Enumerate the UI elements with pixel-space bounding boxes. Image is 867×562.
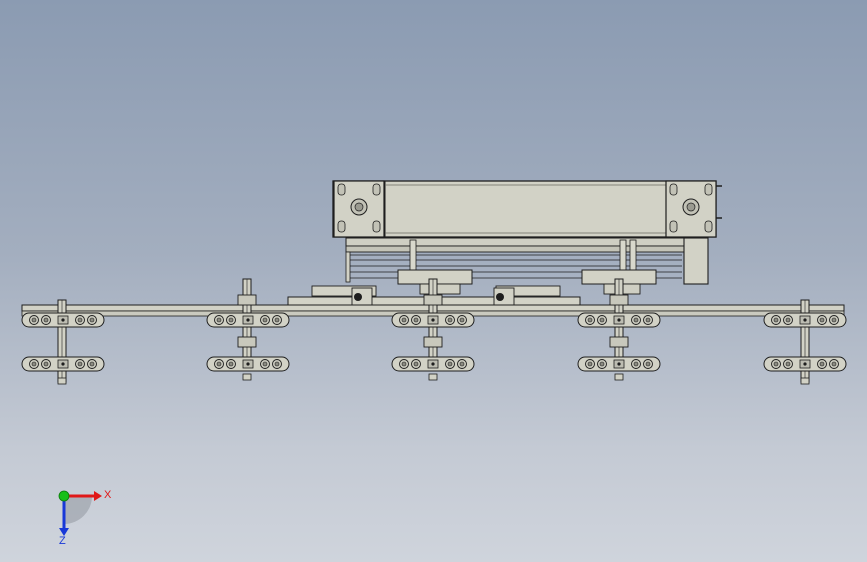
bracket-upper-1 xyxy=(21,312,105,328)
y-axis-dot xyxy=(58,490,70,502)
bracket-lower-5 xyxy=(763,356,847,372)
bracket-upper-5 xyxy=(763,312,847,328)
z-axis-label: Z xyxy=(59,535,66,547)
cad-viewport[interactable]: X Z xyxy=(0,0,867,562)
bracket-upper-2 xyxy=(206,312,290,328)
x-axis-arrow xyxy=(94,491,102,501)
right-motor-flange xyxy=(665,180,717,238)
assembly-model[interactable] xyxy=(0,0,867,562)
bracket-lower-3 xyxy=(391,356,475,372)
bracket-lower-4 xyxy=(577,356,661,372)
bracket-lower-1 xyxy=(21,356,105,372)
bracket-upper-3 xyxy=(391,312,475,328)
coordinate-triad: X Z xyxy=(58,489,112,547)
conveyor-frame[interactable] xyxy=(21,278,847,385)
left-motor-flange xyxy=(333,180,385,238)
triad-shadow xyxy=(64,496,92,524)
end-motor-block xyxy=(683,237,709,285)
linear-actuator[interactable] xyxy=(287,180,722,307)
bracket-lower-2 xyxy=(206,356,290,372)
actuator-body xyxy=(332,180,717,238)
bracket-upper-4 xyxy=(577,312,661,328)
x-axis-label: X xyxy=(104,489,112,501)
